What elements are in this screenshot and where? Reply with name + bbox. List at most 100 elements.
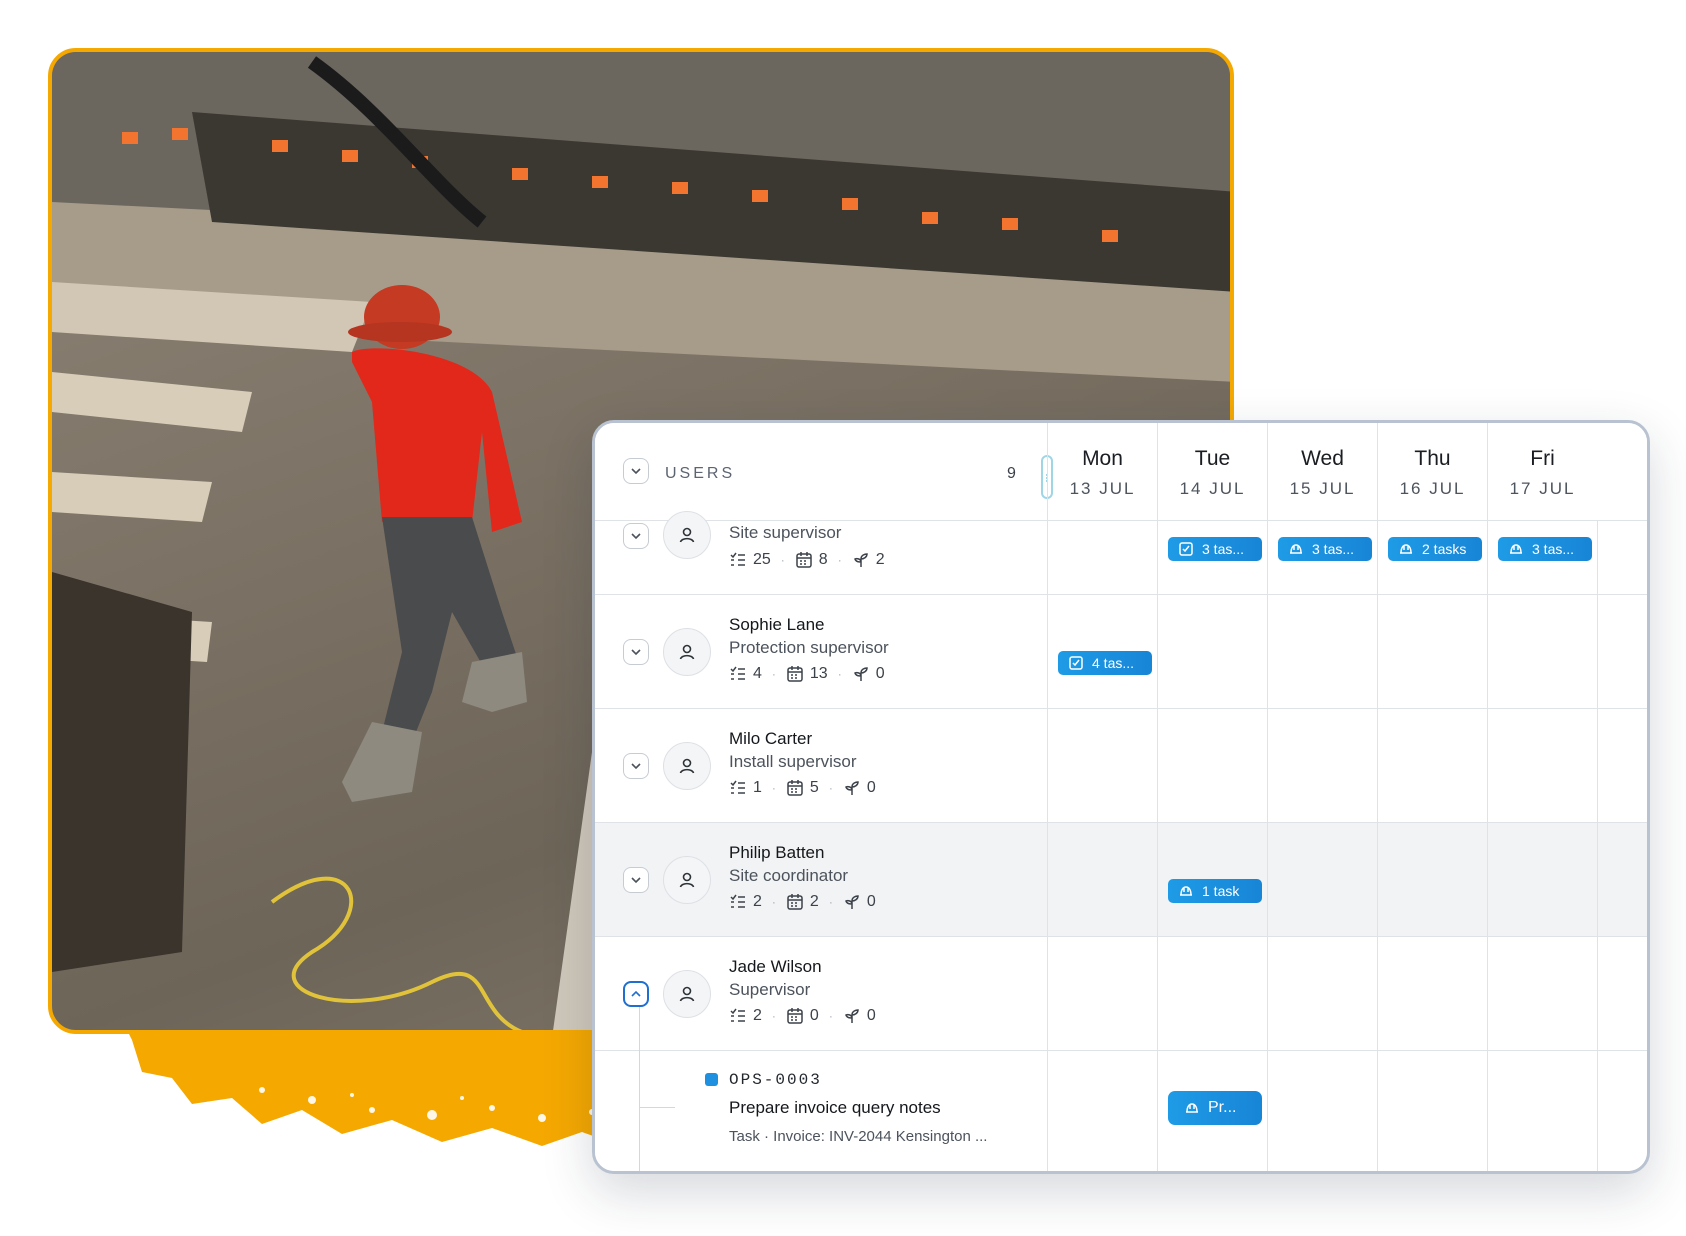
users-count: 9: [1007, 465, 1016, 482]
user-name: Jade Wilson: [729, 957, 822, 976]
task-pill[interactable]: 3 tas...: [1498, 537, 1592, 561]
task-count: 4: [753, 665, 762, 682]
user-role: Site supervisor: [729, 523, 842, 542]
tree-connector: [639, 1107, 675, 1108]
user-schedule-panel: USERS 9 Mon 13 JUL Tue 14 JUL Wed 15 JUL…: [592, 420, 1650, 1174]
calendar-icon: [787, 1008, 803, 1024]
booking-count: 8: [818, 551, 828, 568]
user-name: Sophie Lane: [729, 615, 825, 634]
sprout-icon: [853, 553, 868, 567]
tree-connector: [639, 1007, 640, 1051]
day-name: Wed: [1301, 447, 1344, 470]
day-date: 14 JUL: [1179, 479, 1246, 498]
day-date: 15 JUL: [1289, 479, 1356, 498]
chevron-up-icon: [631, 990, 641, 997]
project-count: 0: [866, 1007, 876, 1024]
calendar-icon: [787, 666, 803, 682]
schedule-header: USERS 9 Mon 13 JUL Tue 14 JUL Wed 15 JUL…: [595, 423, 1647, 521]
expand-row-button[interactable]: [623, 639, 649, 665]
day-header-tue[interactable]: Tue 14 JUL: [1157, 423, 1267, 521]
booking-count: 13: [809, 665, 828, 682]
day-header-fri[interactable]: Fri 17 JUL: [1487, 423, 1597, 521]
collapse-all-button[interactable]: [623, 458, 649, 484]
task-list-icon: [730, 780, 745, 794]
task-pill[interactable]: Pr...: [1168, 1091, 1262, 1125]
task-pill[interactable]: 1 task: [1168, 879, 1262, 903]
day-name: Thu: [1414, 447, 1451, 470]
chevron-down-icon: [631, 649, 641, 656]
user-row[interactable]: Jade Wilson Supervisor 2 · 0 · 0: [595, 937, 1647, 1051]
checkbox-icon: [1069, 656, 1083, 670]
expand-row-button[interactable]: [623, 753, 649, 779]
user-icon: [679, 758, 695, 774]
user-row[interactable]: Milo Carter Install supervisor 1 · 5 · 0: [595, 709, 1647, 823]
task-pill[interactable]: 3 tas...: [1278, 537, 1372, 561]
booking-count: 0: [809, 1007, 819, 1024]
user-role: Supervisor: [729, 980, 811, 999]
hard-hat-icon: [1180, 886, 1192, 896]
user-row[interactable]: Sophie Lane Protection supervisor 4 · 13…: [595, 595, 1647, 709]
expand-row-button[interactable]: [623, 867, 649, 893]
sprout-icon: [844, 895, 859, 909]
sprout-icon: [844, 1009, 859, 1023]
day-header-thu[interactable]: Thu 16 JUL: [1377, 423, 1487, 521]
day-date: 16 JUL: [1399, 479, 1466, 498]
calendar-icon: [787, 894, 803, 910]
task-count: 2: [753, 893, 762, 910]
user-stats: 1 · 5 · 0: [729, 779, 876, 797]
sprout-icon: [853, 667, 868, 681]
avatar: [663, 742, 711, 790]
avatar: [663, 970, 711, 1018]
user-role: Protection supervisor: [729, 638, 889, 657]
day-header-wed[interactable]: Wed 15 JUL: [1267, 423, 1377, 521]
day-name: Fri: [1530, 447, 1555, 470]
expand-row-button[interactable]: [623, 523, 649, 549]
user-role: Install supervisor: [729, 752, 857, 771]
sprout-icon: [844, 781, 859, 795]
tree-connector: [639, 1051, 640, 1171]
task-count: 2: [753, 1007, 762, 1024]
task-count: 1: [753, 779, 762, 796]
task-list-icon: [730, 666, 745, 680]
avatar: [663, 856, 711, 904]
task-pill[interactable]: 3 tas...: [1168, 537, 1262, 561]
user-row[interactable]: Philip Batten Site coordinator 2 · 2 · 0…: [595, 823, 1647, 937]
day-date: 17 JUL: [1509, 479, 1576, 498]
users-label: USERS: [665, 465, 736, 482]
calendar-icon: [787, 780, 803, 796]
hard-hat-icon: [1290, 544, 1302, 554]
subtask-row[interactable]: OPS-0003 Prepare invoice query notes Tas…: [595, 1051, 1647, 1171]
task-pill[interactable]: 2 tasks: [1388, 537, 1482, 561]
day-header-mon[interactable]: Mon 13 JUL: [1047, 423, 1157, 521]
user-icon: [679, 644, 695, 660]
hard-hat-icon: [1510, 544, 1522, 554]
user-name: Milo Carter: [729, 729, 813, 748]
task-count: 25: [753, 551, 771, 568]
chevron-down-icon: [631, 533, 641, 540]
project-count: 0: [866, 893, 876, 910]
chevron-down-icon: [631, 763, 641, 770]
avatar: [663, 628, 711, 676]
user-stats: 25 · 8 · 2: [729, 551, 885, 569]
user-stats: 4 · 13 · 0: [729, 665, 885, 683]
collapse-row-button[interactable]: [623, 981, 649, 1007]
task-list-icon: [730, 894, 745, 908]
task-title[interactable]: Prepare invoice query notes: [729, 1098, 941, 1118]
calendar-icon: [796, 552, 812, 568]
user-icon: [679, 986, 695, 1002]
project-count: 0: [866, 779, 876, 796]
avatar: [663, 511, 711, 559]
task-pill[interactable]: 4 tas...: [1058, 651, 1152, 675]
user-row[interactable]: Site supervisor 25 · 8 · 2 3 tas... 3 ta…: [595, 511, 1647, 595]
user-role: Site coordinator: [729, 866, 849, 885]
task-code: OPS-0003: [729, 1071, 822, 1089]
users-column-header: USERS 9: [595, 423, 1053, 521]
user-name: Philip Batten: [729, 843, 825, 862]
task-meta: Task · Invoice: INV-2044 Kensington ...: [729, 1128, 988, 1145]
task-list-icon: [730, 552, 745, 566]
chevron-down-icon: [631, 468, 641, 475]
hard-hat-icon: [1400, 544, 1412, 554]
user-icon: [679, 872, 695, 888]
user-icon: [679, 527, 695, 543]
user-stats: 2 · 2 · 0: [729, 893, 876, 911]
